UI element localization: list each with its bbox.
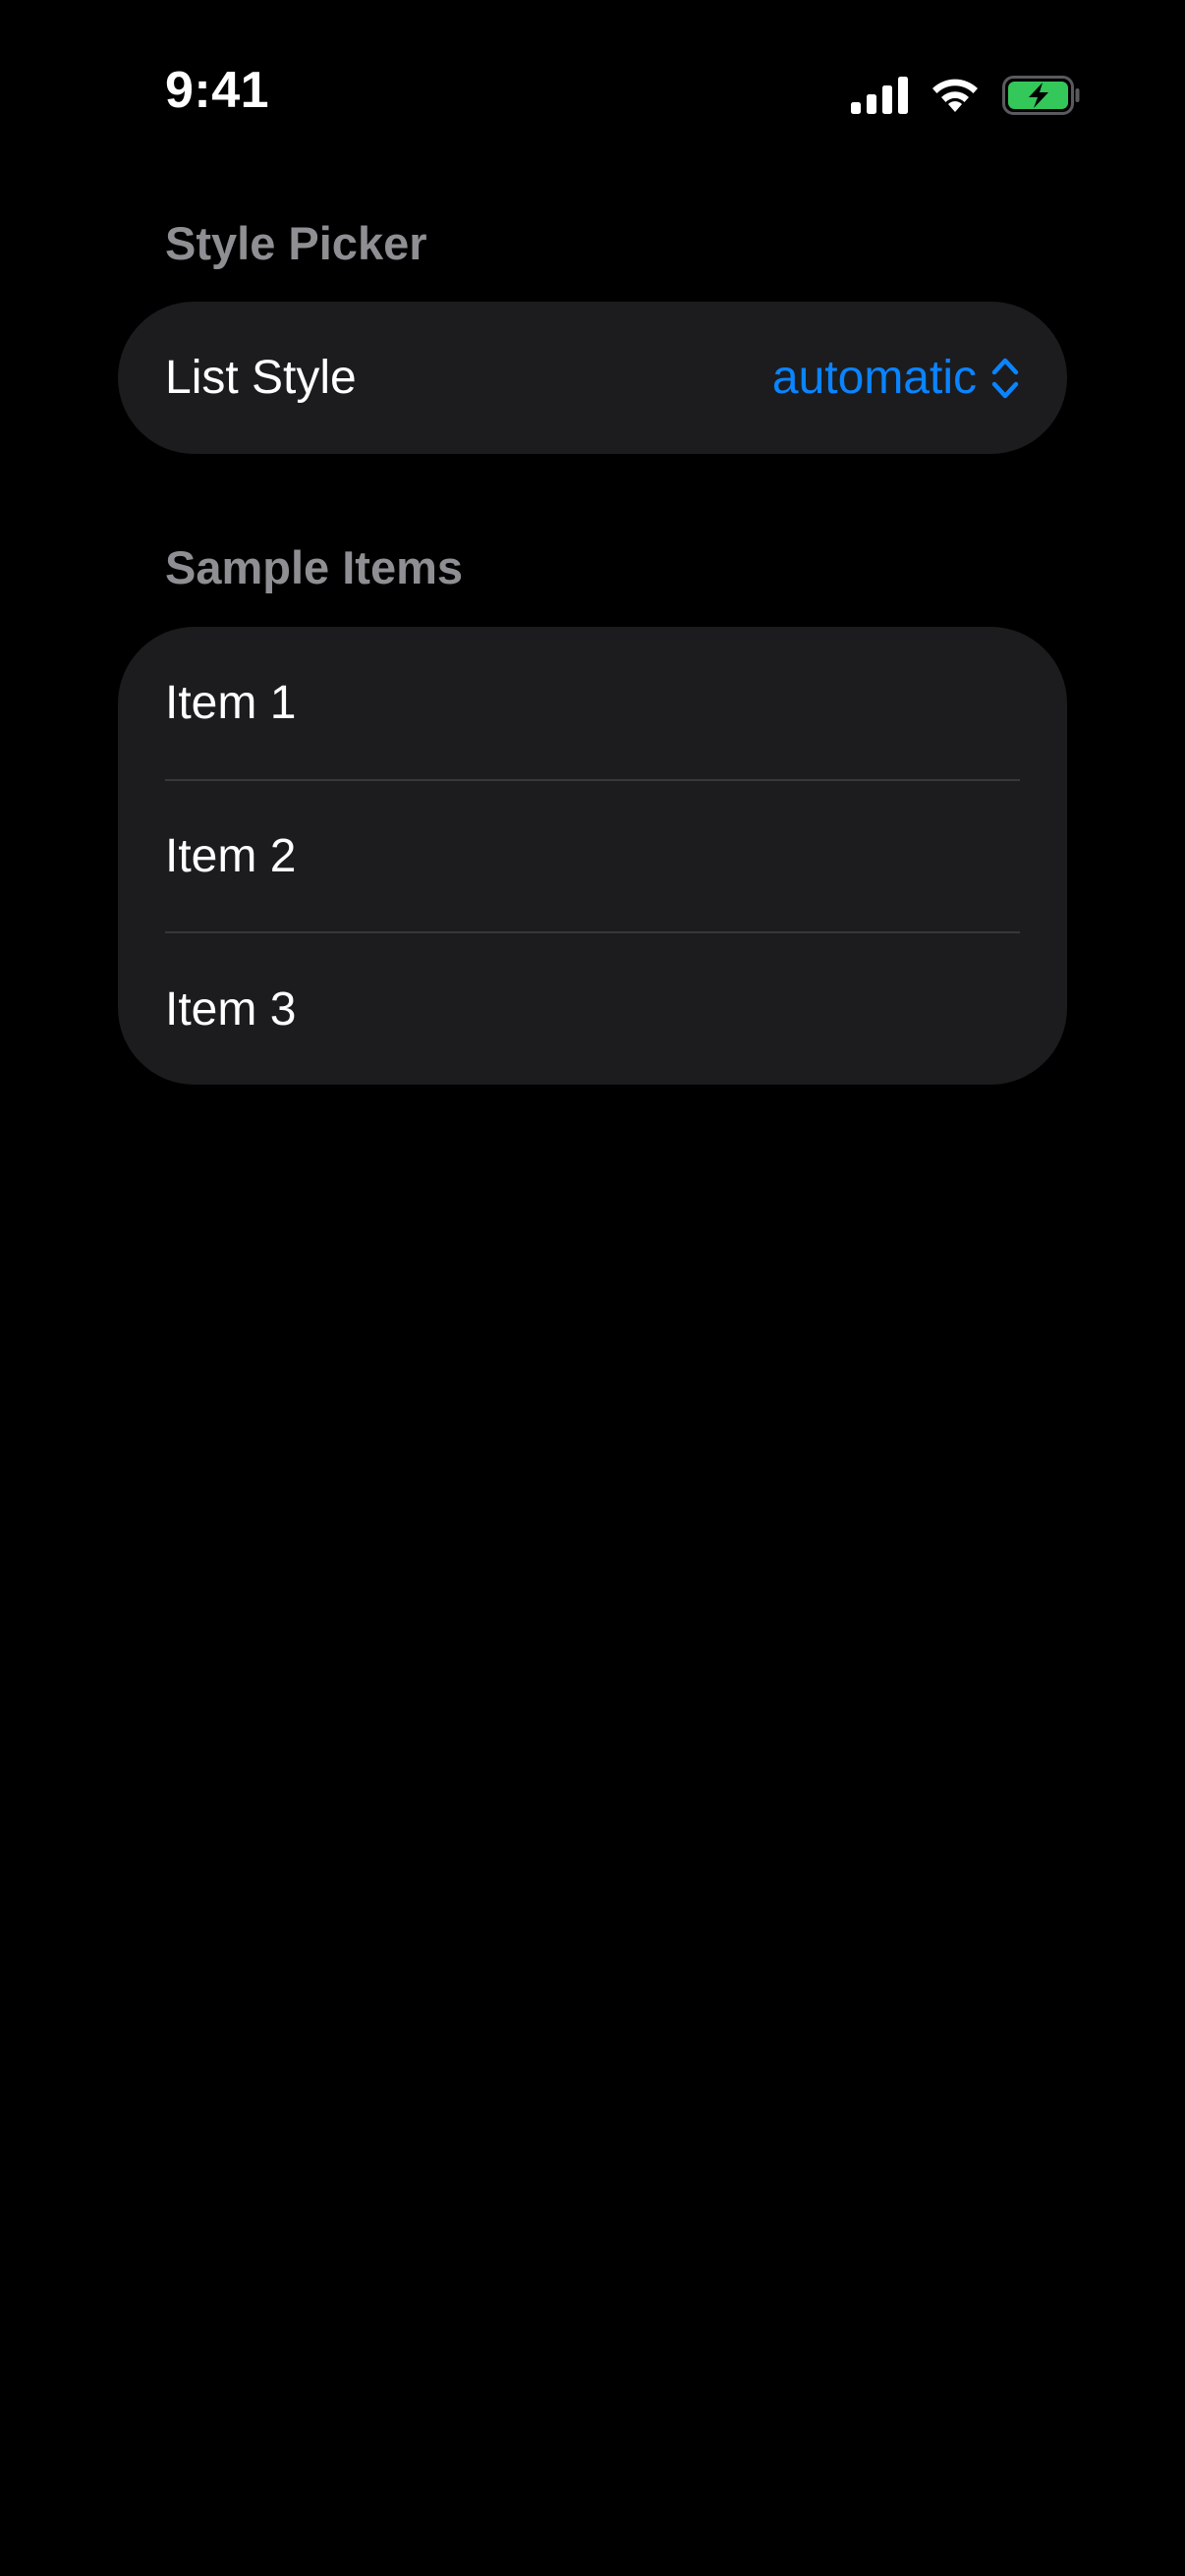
list-item-label: Item 1	[165, 677, 297, 729]
sample-items-card: Item 1 Item 2 Item 3	[118, 627, 1067, 1085]
list-item[interactable]: Item 2	[118, 781, 1067, 931]
chevron-up-down-icon	[990, 356, 1020, 401]
status-icons	[851, 75, 1081, 116]
cellular-signal-icon	[851, 77, 908, 114]
sample-items-section-header: Sample Items	[165, 541, 464, 593]
style-picker-card: List Style automatic	[118, 302, 1067, 454]
battery-charging-icon	[1002, 76, 1081, 115]
list-item[interactable]: Item 1	[118, 627, 1067, 779]
list-item-label: Item 2	[165, 830, 297, 882]
style-picker-section-header: Style Picker	[165, 217, 427, 269]
status-time: 9:41	[165, 62, 270, 119]
list-item[interactable]: Item 3	[118, 933, 1067, 1085]
list-style-picker[interactable]: automatic	[772, 351, 1020, 405]
list-style-picker-row[interactable]: List Style automatic	[118, 302, 1067, 454]
list-style-label: List Style	[165, 352, 357, 404]
list-style-selected-value: automatic	[771, 352, 977, 404]
wifi-icon	[930, 77, 981, 114]
list-item-label: Item 3	[165, 983, 297, 1036]
status-bar: 9:41	[0, 0, 1185, 147]
